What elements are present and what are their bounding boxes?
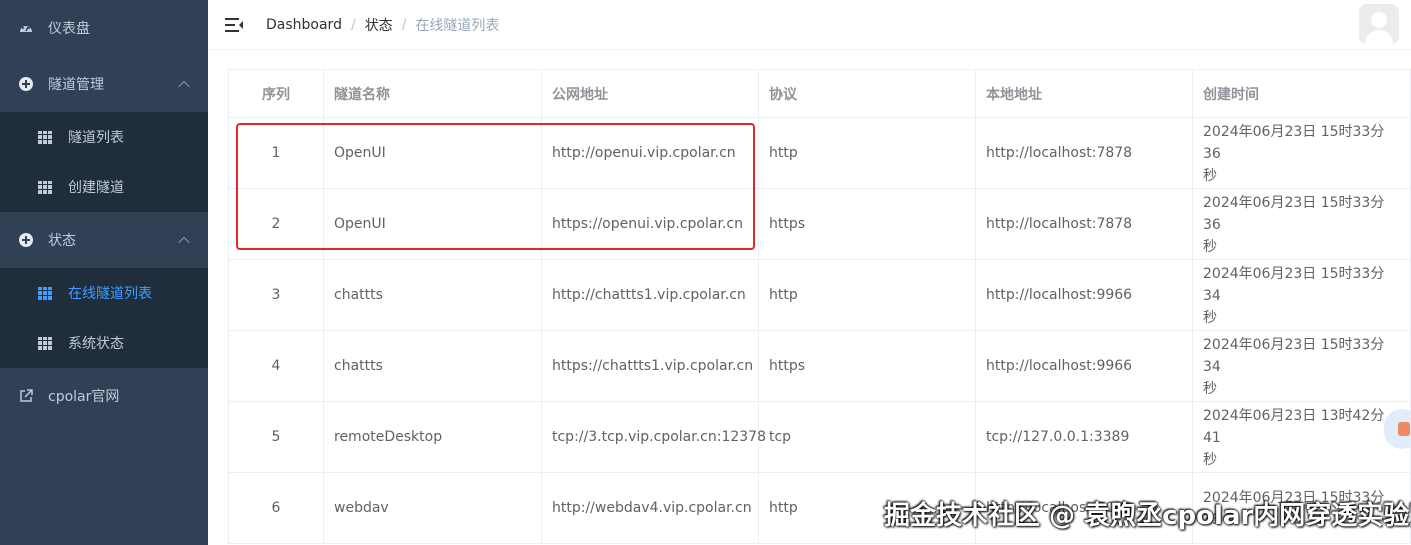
tunnel-table: 序列 隧道名称 公网地址 协议 本地地址 创建时间 1 OpenUI http:… — [228, 69, 1411, 544]
table-icon — [38, 286, 52, 300]
cell-created-time: 2024年06月23日 15时33分34 秒 — [1192, 259, 1411, 331]
column-header-public-address: 公网地址 — [541, 69, 759, 118]
cell-public-address: http://chattts1.vip.cpolar.cn — [541, 259, 759, 331]
breadcrumb: Dashboard / 状态 / 在线隧道列表 — [266, 15, 499, 35]
cell-local-address: tcp://127.0.0.1:3389 — [975, 401, 1193, 473]
cell-protocol: https — [758, 330, 976, 402]
breadcrumb-separator: / — [350, 16, 356, 33]
cell-index: 5 — [228, 401, 324, 473]
table-row: 2 OpenUI https://openui.vip.cpolar.cn ht… — [228, 188, 1411, 260]
breadcrumb-separator: / — [401, 16, 407, 33]
watermark: 掘金技术社区 @ 袁煦丞cpolar内网穿透实验室 — [884, 501, 1411, 531]
sidebar-item-label: 隧道管理 — [48, 77, 104, 93]
time-line: 2024年06月23日 13时42分41 — [1203, 408, 1385, 446]
sidebar-item-tunnel-management[interactable]: 隧道管理 — [0, 56, 208, 112]
sidebar: 仪表盘 隧道管理 隧道列表 创建隧道 状态 在线隧道列表 系统状态 cpolar… — [0, 0, 208, 545]
sidebar-item-cpolar-website[interactable]: cpolar官网 — [0, 368, 208, 424]
cell-index: 2 — [228, 188, 324, 260]
time-line: 秒 — [1203, 381, 1217, 397]
sidebar-item-dashboard[interactable]: 仪表盘 — [0, 0, 208, 56]
cell-local-address: http://localhost:7878 — [975, 117, 1193, 189]
sidebar-item-status[interactable]: 状态 — [0, 212, 208, 268]
navbar: Dashboard / 状态 / 在线隧道列表 — [208, 0, 1411, 50]
cell-index: 3 — [228, 259, 324, 331]
cell-public-address: https://openui.vip.cpolar.cn — [541, 188, 759, 260]
table-icon — [38, 130, 52, 144]
cell-local-address: http://localhost:7878 — [975, 188, 1193, 260]
time-line: 秒 — [1203, 310, 1217, 326]
cell-created-time: 2024年06月23日 13时42分41 秒 — [1192, 401, 1411, 473]
cell-created-time: 2024年06月23日 15时33分36 秒 — [1192, 117, 1411, 189]
time-line: 秒 — [1203, 239, 1217, 255]
assistant-icon — [1398, 422, 1410, 436]
sidebar-item-label: 创建隧道 — [68, 180, 124, 196]
cell-name: remoteDesktop — [323, 401, 542, 473]
cell-created-time: 2024年06月23日 15时33分36 秒 — [1192, 188, 1411, 260]
cell-name: OpenUI — [323, 117, 542, 189]
cell-name: webdav — [323, 472, 542, 544]
time-line: 秒 — [1203, 452, 1217, 468]
cell-protocol: https — [758, 188, 976, 260]
cell-name: OpenUI — [323, 188, 542, 260]
table-row: 4 chattts https://chattts1.vip.cpolar.cn… — [228, 330, 1411, 402]
column-header-created-time: 创建时间 — [1192, 69, 1411, 118]
table-row: 3 chattts http://chattts1.vip.cpolar.cn … — [228, 259, 1411, 331]
column-header-protocol: 协议 — [758, 69, 976, 118]
column-header-local-address: 本地地址 — [975, 69, 1193, 118]
cell-protocol: tcp — [758, 401, 976, 473]
circle-plus-icon — [18, 76, 34, 92]
cell-name: chattts — [323, 259, 542, 331]
sidebar-item-label: 系统状态 — [68, 336, 124, 352]
sidebar-item-online-tunnels[interactable]: 在线隧道列表 — [0, 268, 208, 318]
sidebar-item-create-tunnel[interactable]: 创建隧道 — [0, 162, 208, 212]
sidebar-item-label: cpolar官网 — [48, 389, 120, 405]
circle-plus-icon — [18, 232, 34, 248]
time-line: 2024年06月23日 15时33分36 — [1203, 195, 1385, 233]
external-link-icon — [18, 388, 34, 404]
cell-created-time: 2024年06月23日 15时33分34 秒 — [1192, 330, 1411, 402]
breadcrumb-dashboard[interactable]: Dashboard — [266, 17, 342, 33]
sidebar-item-label: 仪表盘 — [48, 21, 90, 37]
time-line: 2024年06月23日 15时33分34 — [1203, 337, 1385, 375]
sidebar-item-tunnel-list[interactable]: 隧道列表 — [0, 112, 208, 162]
speedometer-icon — [18, 20, 34, 36]
table-row: 5 remoteDesktop tcp://3.tcp.vip.cpolar.c… — [228, 401, 1411, 473]
time-line: 秒 — [1203, 168, 1217, 184]
cell-public-address: tcp://3.tcp.vip.cpolar.cn:12378 — [541, 401, 766, 473]
chevron-up-icon — [178, 80, 190, 93]
cell-index: 4 — [228, 330, 324, 402]
cell-protocol: http — [758, 259, 976, 331]
table-icon — [38, 336, 52, 350]
cell-protocol: http — [758, 117, 976, 189]
table-row: 1 OpenUI http://openui.vip.cpolar.cn htt… — [228, 117, 1411, 189]
table-icon — [38, 180, 52, 194]
table-header-row: 序列 隧道名称 公网地址 协议 本地地址 创建时间 — [228, 69, 1411, 118]
breadcrumb-status: 状态 — [364, 17, 393, 34]
cell-public-address: https://chattts1.vip.cpolar.cn — [541, 330, 759, 402]
time-line: 2024年06月23日 15时33分36 — [1203, 124, 1385, 162]
floating-assistant-button[interactable] — [1384, 409, 1411, 449]
sidebar-item-label: 状态 — [48, 233, 76, 249]
sidebar-item-label: 隧道列表 — [68, 130, 124, 146]
avatar[interactable] — [1359, 4, 1399, 44]
cell-local-address: http://localhost:9966 — [975, 259, 1193, 331]
hamburger-menu-icon[interactable] — [225, 17, 243, 32]
cell-local-address: http://localhost:9966 — [975, 330, 1193, 402]
cell-index: 6 — [228, 472, 324, 544]
cell-public-address: http://openui.vip.cpolar.cn — [541, 117, 759, 189]
sidebar-item-label: 在线隧道列表 — [68, 286, 152, 302]
column-header-name: 隧道名称 — [323, 69, 542, 118]
time-line: 2024年06月23日 15时33分34 — [1203, 266, 1385, 304]
chevron-up-icon — [178, 236, 190, 249]
sidebar-item-system-status[interactable]: 系统状态 — [0, 318, 208, 368]
column-header-index: 序列 — [228, 69, 324, 118]
breadcrumb-current: 在线隧道列表 — [415, 17, 500, 34]
cell-public-address: http://webdav4.vip.cpolar.cn — [541, 472, 759, 544]
cell-name: chattts — [323, 330, 542, 402]
submenu-tunnel-management: 隧道列表 创建隧道 — [0, 112, 208, 212]
cell-index: 1 — [228, 117, 324, 189]
submenu-status: 在线隧道列表 系统状态 — [0, 268, 208, 368]
